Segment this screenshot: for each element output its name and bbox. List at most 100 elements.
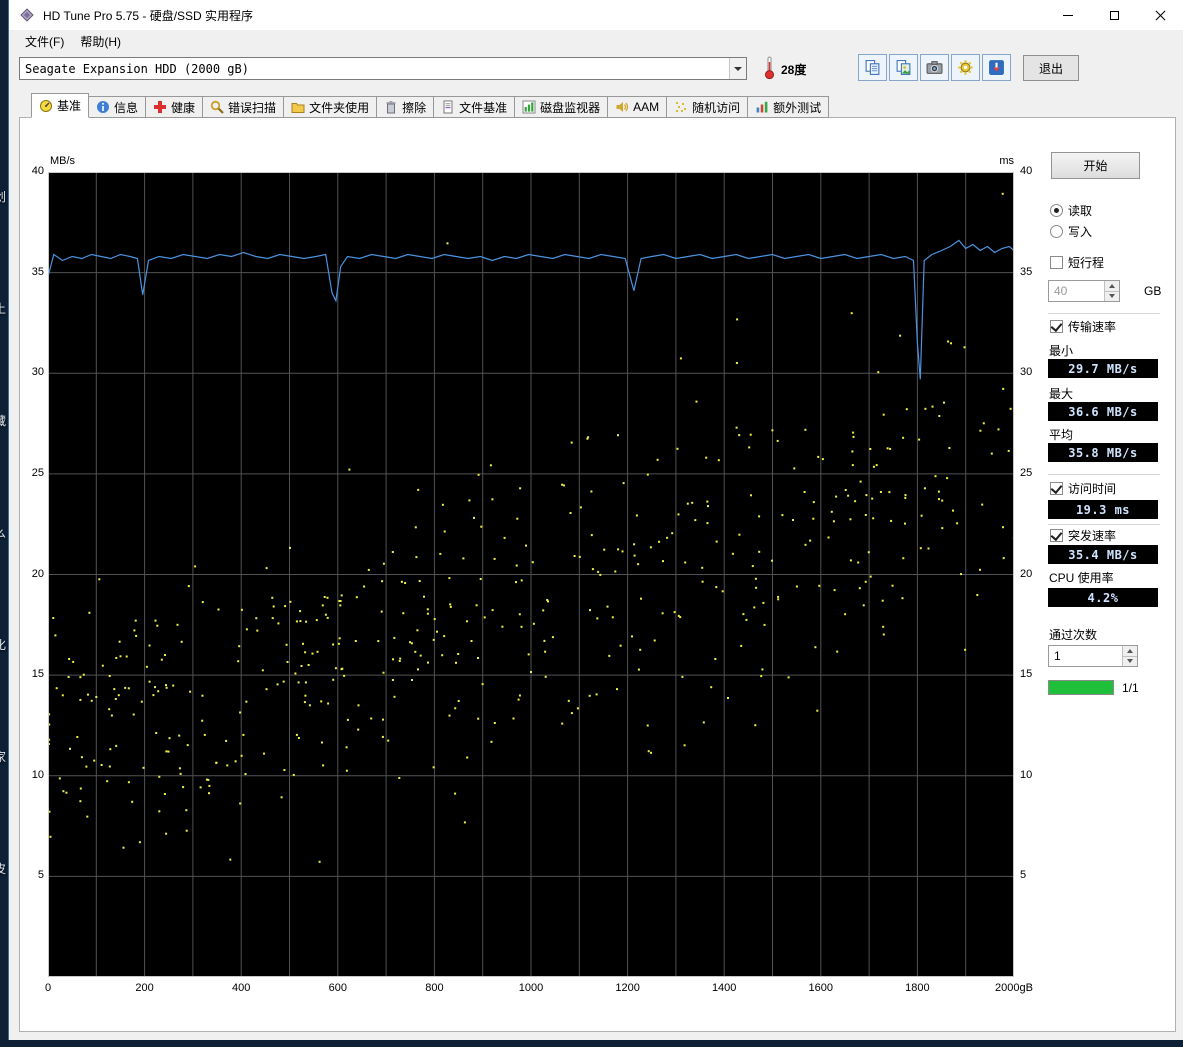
progress-bar — [1048, 680, 1114, 695]
benchmark-icon — [39, 99, 53, 113]
copy-image-button[interactable] — [889, 54, 918, 81]
drive-select-value: Seagate Expansion HDD (2000 gB) — [25, 61, 249, 76]
tab-health[interactable]: 健康 — [145, 96, 204, 118]
tab-file-benchmark[interactable]: 文件基准 — [433, 96, 516, 118]
divider — [1048, 474, 1160, 475]
settings-button[interactable] — [951, 54, 980, 81]
combobox-arrow[interactable] — [729, 58, 746, 79]
benchmark-control-panel: 开始 读取 写入 短行程 40 GB 传输速率 最小 29.7 MB/s 最大 … — [1048, 0, 1183, 1040]
desktop-icon-label-fragment: 么 — [0, 526, 7, 540]
tab-label: 磁盘监视器 — [540, 100, 601, 115]
pass-count-value: 1 — [1054, 649, 1061, 663]
tab-label: 文件基准 — [459, 100, 508, 115]
pass-count-spinner[interactable]: 1 — [1048, 645, 1138, 667]
tab-disk-monitor[interactable]: 磁盘监视器 — [514, 96, 609, 118]
tab-label: 随机访问 — [692, 100, 741, 115]
title-bar: HD Tune Pro 5.75 - 硬盘/SSD 实用程序 — [9, 0, 1183, 30]
copy-text-button[interactable] — [858, 54, 887, 81]
access-time-value: 19.3 ms — [1048, 500, 1158, 519]
tab-label: AAM — [633, 100, 660, 114]
write-radio[interactable]: 写入 — [1050, 224, 1092, 239]
transfer-rate-checkbox[interactable]: 传输速率 — [1050, 319, 1116, 334]
spin-up-icon[interactable] — [1123, 646, 1137, 657]
erase-icon — [384, 100, 398, 114]
screenshot-button[interactable] — [920, 54, 949, 81]
y-left-unit-label: MB/s — [50, 155, 76, 167]
window-title: HD Tune Pro 5.75 - 硬盘/SSD 实用程序 — [43, 8, 254, 23]
thermometer-icon — [764, 55, 775, 80]
min-label: 最小 — [1049, 344, 1074, 358]
y-right-unit-label: ms — [999, 155, 1014, 167]
burst-rate-value: 35.4 MB/s — [1048, 545, 1158, 564]
update-button[interactable] — [982, 54, 1011, 81]
disk-monitor-icon — [522, 100, 536, 114]
tab-label: 擦除 — [402, 100, 427, 115]
spin-up-icon[interactable] — [1105, 281, 1119, 292]
health-icon — [153, 100, 167, 114]
desktop-icon-label-fragment: 化 — [0, 638, 7, 652]
menu-item-help[interactable]: 帮助(H) — [72, 31, 129, 52]
desktop-edge: 创土藏么化家皮 — [0, 0, 8, 1047]
temperature-value: 28度 — [781, 63, 807, 77]
desktop-icon-label-fragment: 皮 — [0, 862, 7, 876]
spin-down-icon[interactable] — [1105, 291, 1119, 301]
extra-tests-icon — [755, 100, 769, 114]
file-benchmark-icon — [441, 100, 455, 114]
spinner-buttons — [1104, 281, 1119, 301]
avg-label: 平均 — [1049, 428, 1074, 442]
tab-benchmark[interactable]: 基准 — [31, 93, 90, 118]
scan-icon — [210, 100, 224, 114]
random-access-icon — [674, 100, 688, 114]
max-label: 最大 — [1049, 387, 1074, 401]
tab-info[interactable]: 信息 — [88, 96, 147, 118]
tab-extra-tests[interactable]: 额外测试 — [747, 96, 830, 118]
tab-label: 文件夹使用 — [309, 100, 370, 115]
benchmark-chart — [48, 172, 1014, 977]
gb-unit-label: GB — [1144, 284, 1162, 298]
tab-label: 基准 — [57, 99, 82, 113]
gear-icon — [957, 59, 974, 76]
pass-count-label: 通过次数 — [1049, 628, 1098, 642]
tab-error-scan[interactable]: 错误扫描 — [202, 96, 285, 118]
desktop-icon-label-fragment: 家 — [0, 750, 7, 764]
drive-select-combobox[interactable]: Seagate Expansion HDD (2000 gB) — [19, 57, 747, 80]
burst-rate-checkbox[interactable]: 突发速率 — [1050, 528, 1117, 543]
tab-folder-usage[interactable]: 文件夹使用 — [283, 96, 378, 118]
cpu-usage-value: 4.2% — [1048, 588, 1158, 607]
progress-label: 1/1 — [1122, 681, 1139, 695]
chevron-down-icon — [734, 66, 742, 71]
toolbar-button-group — [858, 54, 1011, 81]
divider — [1048, 313, 1160, 314]
checkbox-checked-icon — [1050, 481, 1063, 495]
spin-down-icon[interactable] — [1123, 656, 1137, 666]
menu-item-file[interactable]: 文件(F) — [17, 31, 72, 52]
access-time-label: 访问时间 — [1068, 481, 1117, 496]
radio-icon — [1050, 224, 1063, 238]
tab-random-access[interactable]: 随机访问 — [666, 96, 749, 118]
tab-bar: 基准 信息 健康 错误扫描 文件夹使用 擦除 文件基准 磁盘监视器 AAM 随机访问 额外测试 — [31, 93, 830, 118]
read-radio-label: 读取 — [1068, 203, 1093, 218]
camera-icon — [926, 59, 943, 76]
read-radio[interactable]: 读取 — [1050, 203, 1093, 218]
short-stroke-size-value: 40 — [1054, 284, 1068, 298]
tab-label: 信息 — [114, 100, 139, 115]
cpu-usage-label: CPU 使用率 — [1049, 571, 1114, 585]
spinner-buttons — [1122, 646, 1137, 666]
start-button[interactable]: 开始 — [1051, 152, 1140, 179]
max-speed-value: 36.6 MB/s — [1048, 402, 1158, 421]
aam-icon — [615, 100, 629, 114]
short-stroke-size-spinner[interactable]: 40 — [1048, 280, 1120, 302]
burst-rate-label: 突发速率 — [1068, 528, 1117, 543]
tab-erase[interactable]: 擦除 — [376, 96, 435, 118]
checkbox-icon — [1050, 255, 1063, 269]
short-stroke-checkbox[interactable]: 短行程 — [1050, 255, 1104, 270]
radio-selected-icon — [1050, 203, 1063, 217]
app-icon — [19, 7, 35, 23]
avg-speed-value: 35.8 MB/s — [1048, 443, 1158, 462]
tab-aam[interactable]: AAM — [607, 96, 668, 118]
tab-label: 额外测试 — [773, 100, 822, 115]
desktop-icon-label-fragment: 藏 — [0, 414, 7, 428]
access-time-checkbox[interactable]: 访问时间 — [1050, 481, 1117, 496]
min-speed-value: 29.7 MB/s — [1048, 359, 1158, 378]
progress-fill — [1049, 681, 1113, 694]
